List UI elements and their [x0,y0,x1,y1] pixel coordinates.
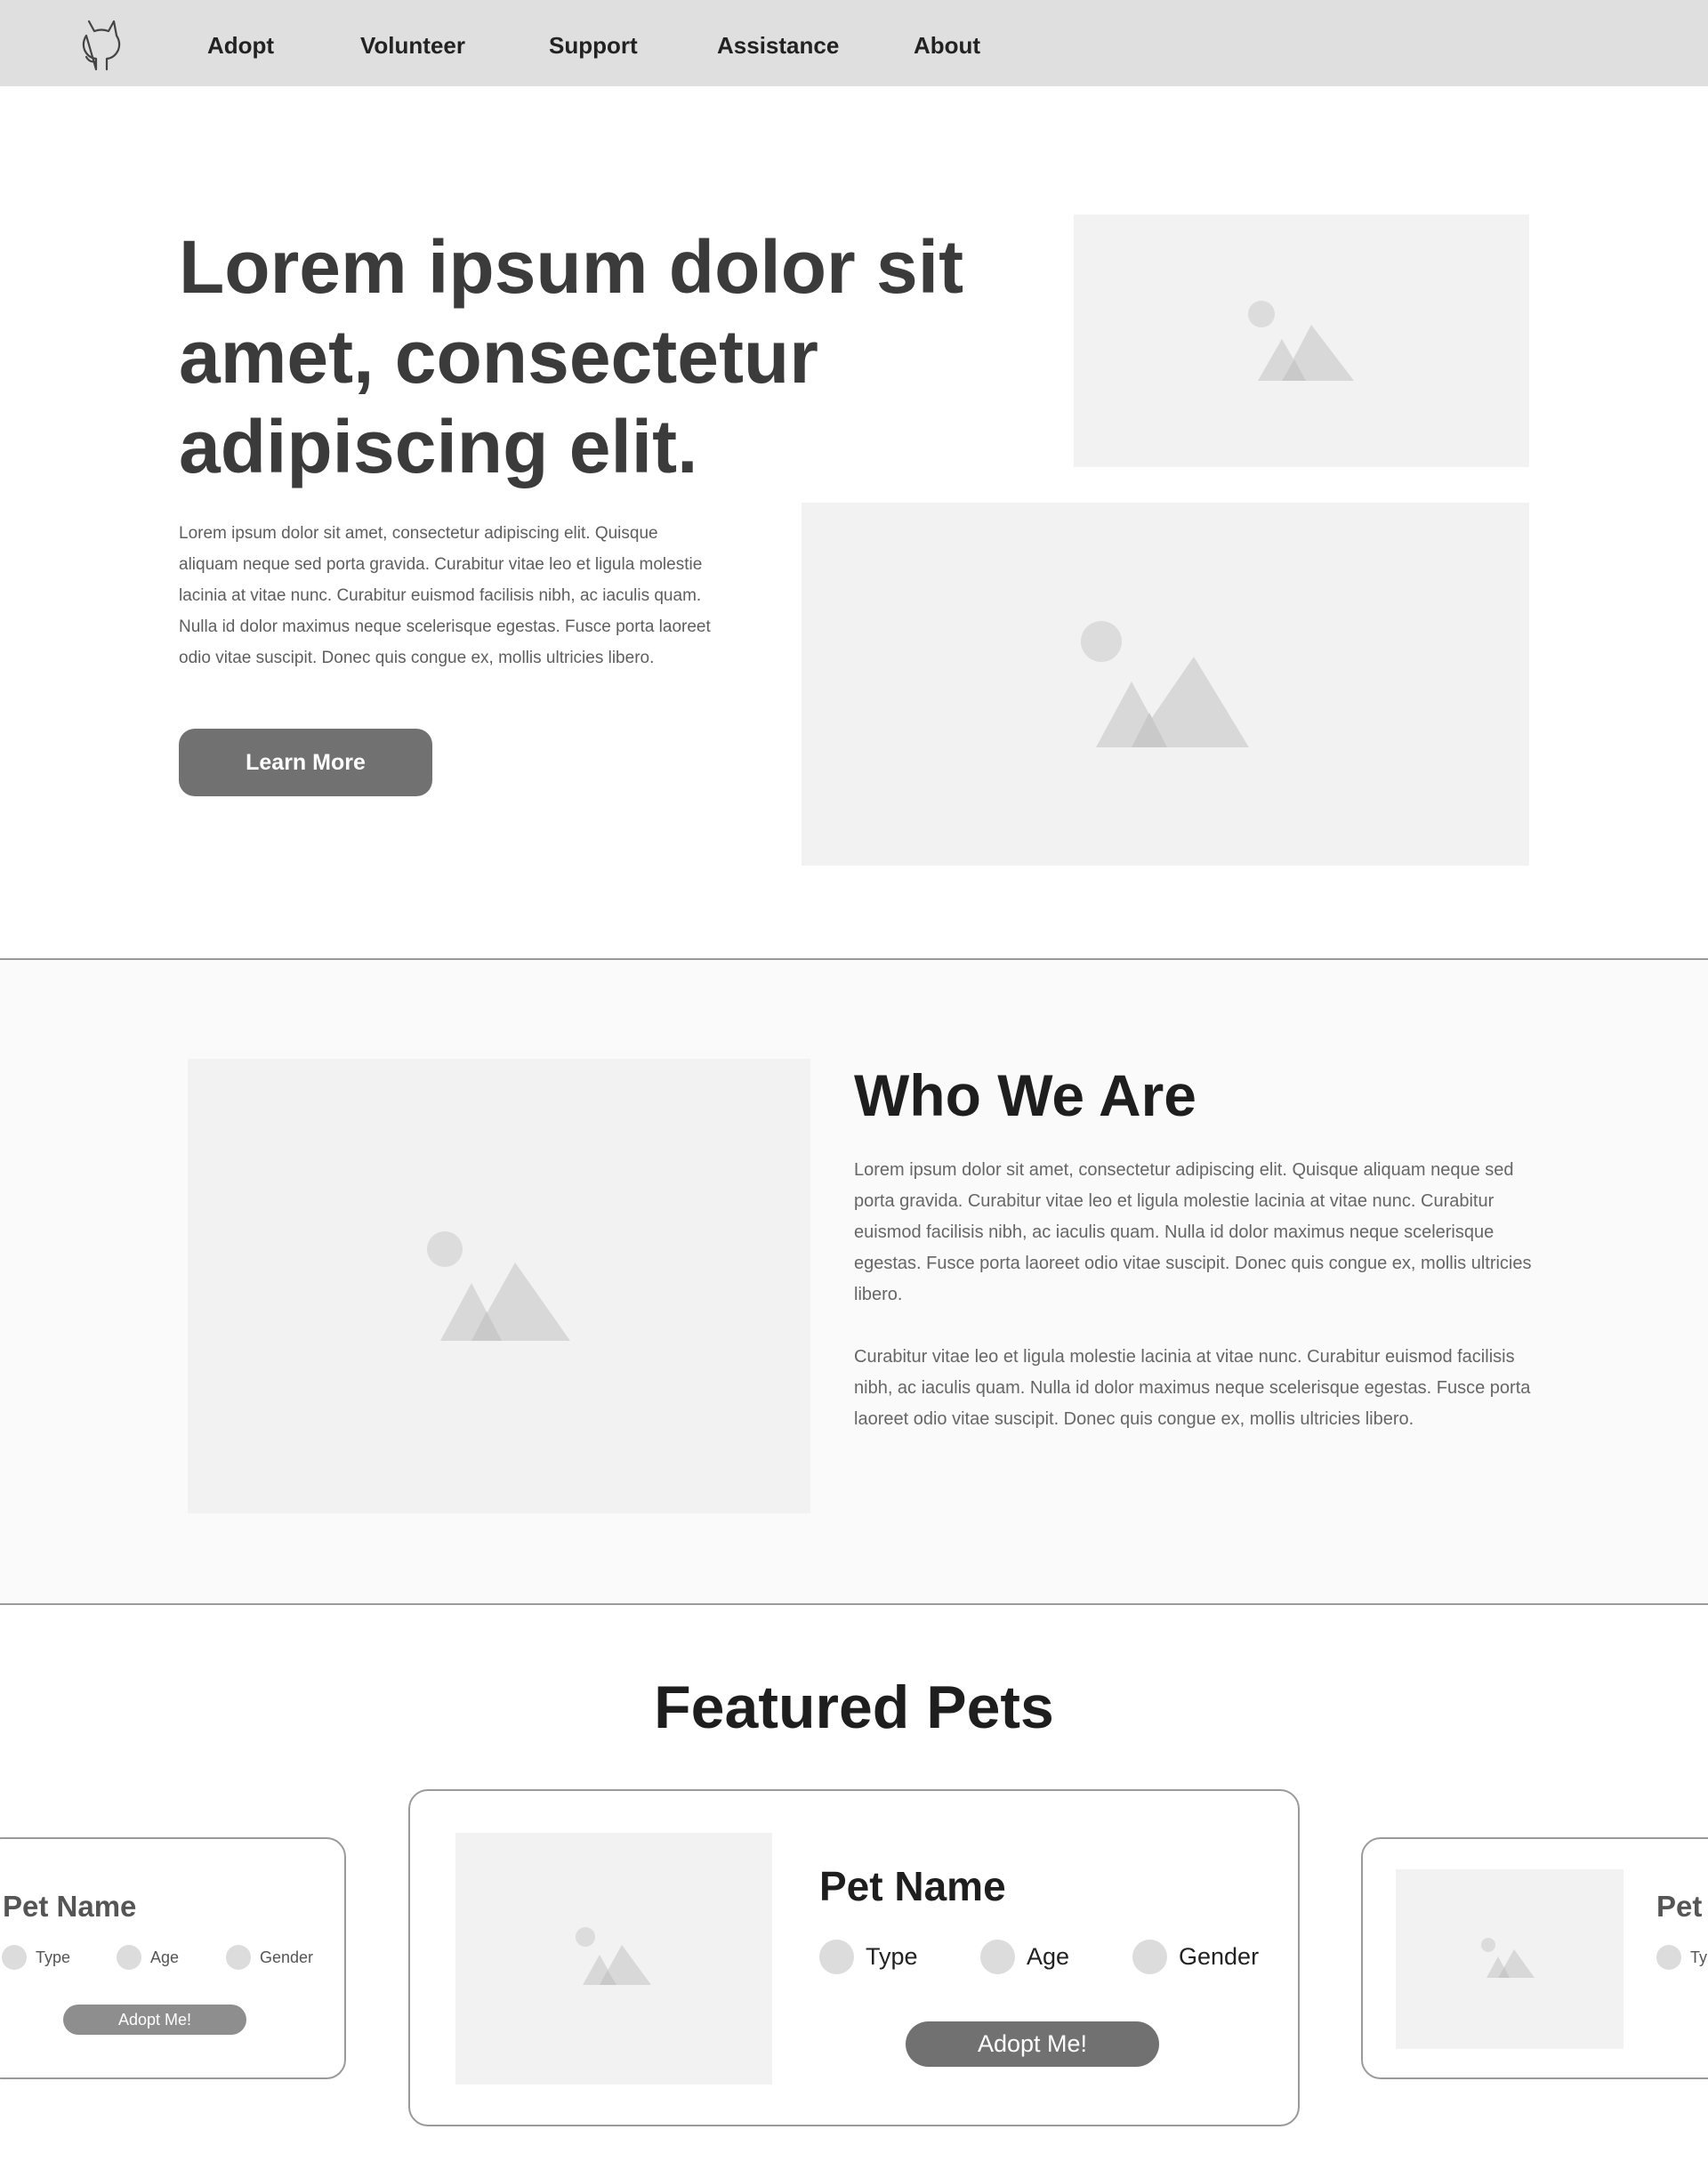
who-paragraph-2: Curabitur vitae leo et ligula molestie l… [854,1347,1531,1429]
image-placeholder-icon [1248,301,1354,381]
radio-icon [2,1945,27,1970]
option-type[interactable]: Type [2,1945,70,1970]
pet-name: Pet [1656,1890,1703,1923]
featured-pets-title: Featured Pets [654,1674,1054,1741]
who-paragraph-1: Lorem ipsum dolor sit amet, consectetur … [854,1160,1532,1304]
radio-icon [819,1940,854,1974]
pet-image [455,1833,772,2085]
option-label: Gender [1179,1943,1260,1970]
nav-adopt[interactable]: Adopt [207,32,274,60]
hero-image-top [1074,214,1529,467]
radio-icon [226,1945,251,1970]
option-label: Ty [1690,1948,1708,1966]
option-type[interactable]: Type [819,1940,918,1974]
image-placeholder-icon [1481,1938,1535,1978]
image-placeholder-icon [1081,621,1249,747]
pet-name: Pet Name [3,1890,137,1923]
option-gender[interactable]: Gender [1132,1940,1259,1974]
image-placeholder-icon [427,1231,570,1341]
top-nav: Adopt Volunteer Support Assistance About [0,0,1708,86]
radio-icon [1656,1945,1681,1970]
pet-card-left[interactable]: Pet Name Type Age Gender Adopt Me! [0,1837,346,2079]
who-we-are-title: Who We Are [854,1062,1197,1128]
nav-about[interactable]: About [914,32,980,60]
option-label: Gender [260,1948,314,1966]
hero-title: Lorem ipsum dolor sit amet, consectetur … [179,225,964,488]
nav-assistance[interactable]: Assistance [717,32,839,60]
radio-icon [980,1940,1015,1974]
option-label: Type [36,1948,71,1966]
radio-icon [1132,1940,1167,1974]
option-gender[interactable]: Gender [226,1945,313,1970]
adopt-me-button[interactable]: Adopt Me! [906,2021,1159,2067]
image-placeholder-icon [576,1927,651,1985]
learn-more-button[interactable]: Learn More [179,729,432,796]
radio-icon [117,1945,141,1970]
option-age[interactable]: Age [980,1940,1069,1974]
hero-image-bottom [802,503,1529,866]
hero-description: Lorem ipsum dolor sit amet, consectetur … [179,524,711,667]
option-label: Age [150,1948,180,1966]
github-logo-icon[interactable] [77,18,126,71]
nav-volunteer[interactable]: Volunteer [360,32,465,60]
pet-image [1396,1869,1623,2049]
who-image [188,1059,810,1513]
option-age[interactable]: Age [117,1945,179,1970]
option-label: Type [866,1943,918,1970]
option-type[interactable]: Ty [1656,1945,1707,1970]
adopt-me-button[interactable]: Adopt Me! [63,2005,246,2035]
nav-support[interactable]: Support [549,32,638,60]
option-label: Age [1027,1943,1070,1970]
pet-card-center[interactable]: Pet Name Type Age Gender Adopt Me! [408,1789,1300,2126]
pet-name: Pet Name [819,1863,1006,1909]
pet-card-right[interactable]: Pet Ty [1361,1837,1708,2079]
